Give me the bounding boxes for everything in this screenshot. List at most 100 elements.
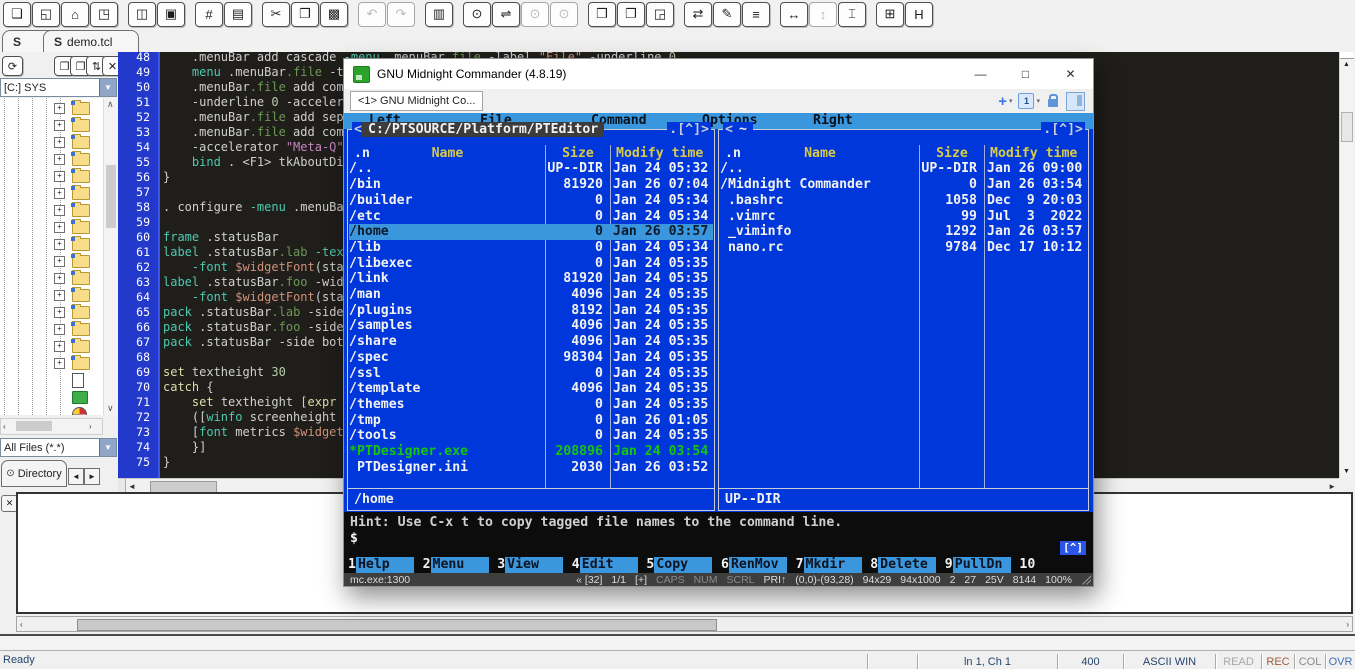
trim-spaces-button[interactable]: ↔ — [780, 2, 808, 27]
file-row[interactable]: *PTDesigner.exe208896Jan 24 03:54 — [349, 444, 713, 460]
cut-button[interactable]: ✂ — [262, 2, 290, 27]
file-filter-select[interactable]: All Files (*.*) ▼ — [0, 438, 117, 457]
file-row[interactable]: /etc0Jan 24 05:34 — [349, 209, 713, 225]
tab-scroll-right-button[interactable]: ► — [84, 468, 100, 485]
column-header-size[interactable]: Size — [546, 146, 610, 161]
expand-plus-icon[interactable]: + — [54, 358, 65, 369]
scroll-right-icon[interactable]: ► — [1328, 482, 1336, 491]
panel-toggle-button[interactable] — [1066, 92, 1085, 111]
tree-folder-item[interactable]: + — [0, 355, 103, 372]
save-file-button[interactable]: ◫ — [128, 2, 156, 27]
dropdown-icon[interactable]: ▼ — [99, 79, 116, 96]
right-panel-path[interactable]: ~ — [733, 122, 753, 137]
fkey-menu-button[interactable]: 2Menu — [423, 557, 489, 573]
html-help-button[interactable]: H — [905, 2, 933, 27]
expand-plus-icon[interactable]: + — [54, 290, 65, 301]
find-previous-button[interactable]: ⊙ — [550, 2, 578, 27]
swap-lines-button[interactable]: ⇄ — [684, 2, 712, 27]
expand-plus-icon[interactable]: + — [54, 307, 65, 318]
column-header-name[interactable]: Name — [720, 146, 920, 161]
tree-vertical-scrollbar[interactable]: ∧∨ — [103, 98, 118, 415]
tab-scroll-left-button[interactable]: ◄ — [68, 468, 84, 485]
mc-console-area[interactable]: Hint: Use C-x t to copy tagged file name… — [344, 512, 1093, 573]
open-file-button[interactable]: ◱ — [32, 2, 60, 27]
expand-plus-icon[interactable]: + — [54, 103, 65, 114]
scrollbar-thumb[interactable] — [77, 619, 717, 631]
tree-folder-item[interactable]: + — [0, 202, 103, 219]
fkey-pulldn-button[interactable]: 9PullDn — [945, 557, 1011, 573]
export-button[interactable]: ◲ — [646, 2, 674, 27]
file-row[interactable]: /bin81920Jan 26 07:04 — [349, 177, 713, 193]
panel-corner-right[interactable]: .[^]> — [667, 122, 711, 137]
expand-plus-icon[interactable]: + — [54, 171, 65, 182]
splitter-handle[interactable] — [1340, 52, 1354, 59]
new-console-button[interactable]: + — [998, 94, 1007, 109]
window-list-button[interactable]: ⊞ — [876, 2, 904, 27]
tree-folder-item[interactable]: + — [0, 321, 103, 338]
tab-demo-tcl[interactable]: S demo.tcl — [43, 30, 139, 52]
scroll-down-icon[interactable]: ∨ — [107, 403, 114, 414]
close-button[interactable]: ✕ — [1048, 60, 1093, 89]
paste-button[interactable]: ▩ — [320, 2, 348, 27]
scroll-right-icon[interactable]: › — [1346, 620, 1349, 629]
expand-plus-icon[interactable]: + — [54, 239, 65, 250]
expand-plus-icon[interactable]: + — [54, 273, 65, 284]
mc-console-tab[interactable]: <1> GNU Midnight Co... — [350, 91, 483, 111]
file-row[interactable]: /home0Jan 26 03:57 — [349, 224, 713, 240]
scroll-up-icon[interactable]: ∧ — [107, 99, 114, 110]
directory-tree[interactable]: ++++++++++++++++∧∨ — [0, 98, 118, 415]
mc-left-panel[interactable]: < C:/PTSOURCE/Platform/PTEditor .[^]> .n… — [347, 129, 715, 511]
file-row[interactable]: /..UP--DIRJan 24 05:32 — [349, 161, 713, 177]
fkey-mkdir-button[interactable]: 7Mkdir — [796, 557, 862, 573]
expand-plus-icon[interactable]: + — [54, 205, 65, 216]
mc-titlebar[interactable]: GNU Midnight Commander (4.8.19) — □ ✕ — [344, 59, 1093, 89]
tree-folder-item[interactable]: + — [0, 134, 103, 151]
scroll-indicator-badge[interactable]: [^] — [1060, 541, 1086, 555]
file-row[interactable]: /ssl0Jan 24 05:35 — [349, 366, 713, 382]
drive-select[interactable]: [C:] SYS ▼ — [0, 78, 117, 97]
mc-window[interactable]: GNU Midnight Commander (4.8.19) — □ ✕ <1… — [343, 58, 1094, 587]
editor-vertical-scrollbar[interactable]: ▲ ▼ — [1339, 52, 1354, 478]
undo-button[interactable]: ↶ — [358, 2, 386, 27]
fkey-edit-button[interactable]: 4Edit — [572, 557, 638, 573]
save-all-button[interactable]: ▣ — [157, 2, 185, 27]
redo-button[interactable]: ↷ — [387, 2, 415, 27]
expand-plus-icon[interactable]: + — [54, 256, 65, 267]
copy-formatted-button[interactable]: ❒ — [588, 2, 616, 27]
fkey-renmov-button[interactable]: 6RenMov — [721, 557, 787, 573]
scroll-down-icon[interactable]: ▼ — [1343, 468, 1350, 475]
column-header-modify[interactable]: Modify time — [616, 146, 703, 161]
file-row[interactable]: .bashrc1058Dec 9 20:03 — [720, 193, 1087, 209]
print-preview-button[interactable]: ▤ — [224, 2, 252, 27]
tree-folder-item[interactable]: + — [0, 168, 103, 185]
file-row[interactable]: /..UP--DIRJan 26 09:00 — [720, 161, 1087, 177]
maximize-button[interactable]: □ — [1003, 60, 1048, 89]
expand-plus-icon[interactable]: + — [54, 120, 65, 131]
left-panel-path[interactable]: C:/PTSOURCE/Platform/PTEditor — [362, 122, 604, 137]
line-numbers-button[interactable]: ≡ — [742, 2, 770, 27]
copy-button[interactable]: ❐ — [291, 2, 319, 27]
file-row[interactable]: /plugins8192Jan 24 05:35 — [349, 303, 713, 319]
find-replace-button[interactable]: ⇌ — [492, 2, 520, 27]
tree-folder-item[interactable]: + — [0, 270, 103, 287]
file-row[interactable]: .vimrc99Jul 3 2022 — [720, 209, 1087, 225]
file-row[interactable]: /lib0Jan 24 05:34 — [349, 240, 713, 256]
reopen-file-button[interactable]: ◳ — [90, 2, 118, 27]
column-header-name[interactable]: Name — [349, 146, 546, 161]
scroll-left-icon[interactable]: ◄ — [128, 482, 136, 491]
lock-icon[interactable] — [1048, 99, 1058, 107]
insert-mode-button[interactable]: ⌶ — [838, 2, 866, 27]
fkey-delete-button[interactable]: 8Delete — [870, 557, 936, 573]
tree-file-item[interactable] — [0, 372, 103, 389]
tree-folder-item[interactable]: + — [0, 185, 103, 202]
output-horizontal-scrollbar[interactable]: ‹ › — [16, 616, 1353, 632]
minimize-button[interactable]: — — [958, 60, 1003, 89]
tree-folder-item[interactable]: + — [0, 151, 103, 168]
expand-plus-icon[interactable]: + — [54, 154, 65, 165]
tree-file-item[interactable] — [0, 389, 103, 406]
tree-file-item[interactable] — [0, 406, 103, 415]
fkey-help-button[interactable]: 1Help — [348, 557, 414, 573]
file-row[interactable]: /spec98304Jan 24 05:35 — [349, 350, 713, 366]
expand-plus-icon[interactable]: + — [54, 137, 65, 148]
expand-plus-icon[interactable]: + — [54, 188, 65, 199]
